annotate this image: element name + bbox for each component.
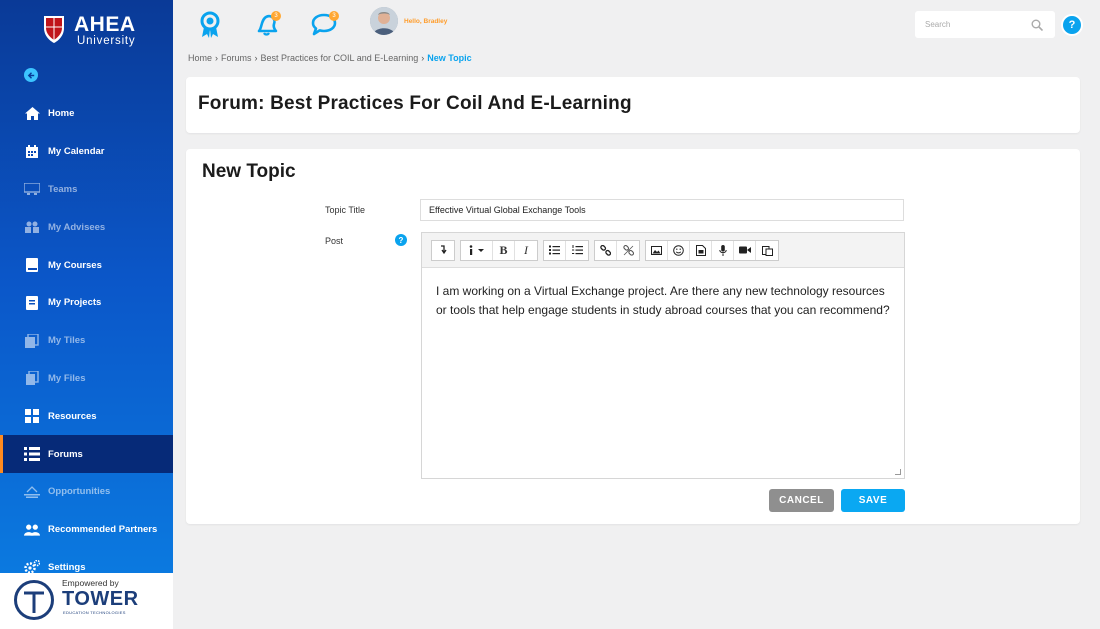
home-icon <box>24 106 40 122</box>
sidebar-item-teams[interactable]: Teams <box>0 171 173 209</box>
list-icon <box>24 446 40 462</box>
brand-subtitle: University <box>77 35 136 47</box>
brand-logo[interactable]: AHEA University <box>42 14 136 54</box>
sidebar: AHEA University Home My Calendar Teams M… <box>0 0 173 629</box>
opportunities-icon <box>24 484 40 500</box>
greeting[interactable]: Hello, Bradley <box>404 18 447 25</box>
calendar-icon <box>24 144 40 160</box>
sidebar-item-home[interactable]: Home <box>0 95 173 133</box>
unlink-icon[interactable] <box>617 241 639 260</box>
sidebar-item-label: My Tiles <box>48 335 86 347</box>
save-button[interactable]: SAVE <box>841 489 905 512</box>
microphone-icon[interactable] <box>712 240 734 260</box>
chat-icon[interactable]: 3 <box>311 11 339 37</box>
sidebar-item-label: Teams <box>48 183 78 195</box>
video-icon[interactable] <box>734 240 756 260</box>
breadcrumb-separator: › <box>254 53 258 63</box>
breadcrumb-separator: › <box>215 53 219 63</box>
sidebar-item-label: My Advisees <box>48 221 106 233</box>
bell-icon[interactable]: 3 <box>254 11 281 37</box>
sidebar-item-my-projects[interactable]: My Projects <box>0 284 173 322</box>
sidebar-item-label: Recommended Partners <box>48 524 158 536</box>
sidebar-item-opportunities[interactable]: Opportunities <box>0 473 173 511</box>
top-bar: 3 3 Hello, Bradley ? <box>173 0 1100 50</box>
section-title: New Topic <box>202 161 296 182</box>
numbered-list-icon[interactable] <box>566 241 588 260</box>
tiles-icon <box>24 333 40 349</box>
tower-tagline: EDUCATION TECHNOLOGIES <box>63 610 126 615</box>
shield-icon <box>42 14 66 44</box>
breadcrumb: Home › Forums › Best Practices for COIL and … <box>188 53 472 63</box>
link-icon[interactable] <box>595 240 617 260</box>
image-icon[interactable] <box>646 240 668 260</box>
new-topic-card: New Topic Topic Title Effective Virtual … <box>186 149 1080 524</box>
help-button[interactable]: ? <box>1061 14 1083 36</box>
emoji-icon[interactable] <box>668 240 690 260</box>
sidebar-item-label: My Files <box>48 372 86 384</box>
sidebar-item-label: My Calendar <box>48 146 105 158</box>
avatar[interactable] <box>370 7 398 35</box>
files-icon <box>24 370 40 386</box>
grid-icon <box>24 408 40 424</box>
breadcrumb-home[interactable]: Home <box>188 53 212 63</box>
sidebar-item-forums[interactable]: Forums <box>0 435 173 473</box>
sidebar-item-my-files[interactable]: My Files <box>0 360 173 398</box>
sidebar-item-my-advisees[interactable]: My Advisees <box>0 208 173 246</box>
sidebar-item-recommended-partners[interactable]: Recommended Partners <box>0 511 173 549</box>
sidebar-item-my-courses[interactable]: My Courses <box>0 246 173 284</box>
book-icon <box>24 257 40 273</box>
file-icon[interactable] <box>690 240 712 260</box>
breadcrumb-forum[interactable]: Best Practices for COIL and E-Learning <box>261 53 419 63</box>
post-help-icon[interactable]: ? <box>395 234 407 246</box>
paragraph-break-icon[interactable] <box>432 241 454 260</box>
search-icon[interactable] <box>1031 18 1044 36</box>
sidebar-item-label: Opportunities <box>48 486 111 498</box>
post-label: Post <box>325 236 344 246</box>
post-editor: B I I am working on a Virtual Exchange p… <box>421 232 905 479</box>
search-input[interactable] <box>915 11 1015 38</box>
projects-icon <box>24 295 40 311</box>
powered-by-tower[interactable]: Empowered by TOWER EDUCATION TECHNOLOGIE… <box>0 573 173 629</box>
empowered-by-label: Empowered by <box>62 578 119 588</box>
search-box <box>915 11 1055 38</box>
resize-handle[interactable] <box>895 469 901 475</box>
paste-icon[interactable] <box>756 241 778 260</box>
sidebar-item-resources[interactable]: Resources <box>0 397 173 435</box>
info-dropdown-icon[interactable] <box>461 240 493 260</box>
breadcrumb-current: New Topic <box>427 53 472 63</box>
sidebar-item-my-calendar[interactable]: My Calendar <box>0 133 173 171</box>
sidebar-item-label: Forums <box>48 448 83 460</box>
sidebar-item-label: My Courses <box>48 259 102 271</box>
teams-icon <box>24 181 40 197</box>
brand-name: AHEA <box>74 13 136 36</box>
page-title: Forum: Best Practices For Coil And E-Lea… <box>198 93 632 114</box>
messages-badge: 3 <box>329 11 339 21</box>
sidebar-item-label: Resources <box>48 410 97 422</box>
tower-logo-icon <box>14 580 54 620</box>
sidebar-item-my-tiles[interactable]: My Tiles <box>0 322 173 360</box>
sidebar-item-label: Settings <box>48 561 86 573</box>
sidebar-nav: Home My Calendar Teams My Advisees My Co… <box>0 95 173 586</box>
cancel-button[interactable]: CANCEL <box>769 489 834 512</box>
advisees-icon <box>24 219 40 235</box>
sidebar-item-label: My Projects <box>48 297 102 309</box>
partners-icon <box>24 522 40 538</box>
tower-brand: TOWER <box>62 588 139 610</box>
award-icon[interactable] <box>197 11 223 38</box>
breadcrumb-separator: › <box>421 53 425 63</box>
italic-icon[interactable]: I <box>515 241 537 260</box>
bullet-list-icon[interactable] <box>544 240 566 260</box>
editor-toolbar: B I <box>422 233 904 268</box>
topic-title-input[interactable]: Effective Virtual Global Exchange Tools <box>420 199 904 221</box>
sidebar-item-label: Home <box>48 108 75 120</box>
collapse-sidebar-icon[interactable] <box>24 68 38 82</box>
bold-icon[interactable]: B <box>493 240 515 260</box>
forum-header-card: Forum: Best Practices For Coil And E-Lea… <box>186 77 1080 133</box>
post-body-text[interactable]: I am working on a Virtual Exchange proje… <box>422 268 904 334</box>
topic-title-label: Topic Title <box>325 205 366 215</box>
notifications-badge: 3 <box>271 11 281 21</box>
breadcrumb-forums[interactable]: Forums <box>221 53 252 63</box>
